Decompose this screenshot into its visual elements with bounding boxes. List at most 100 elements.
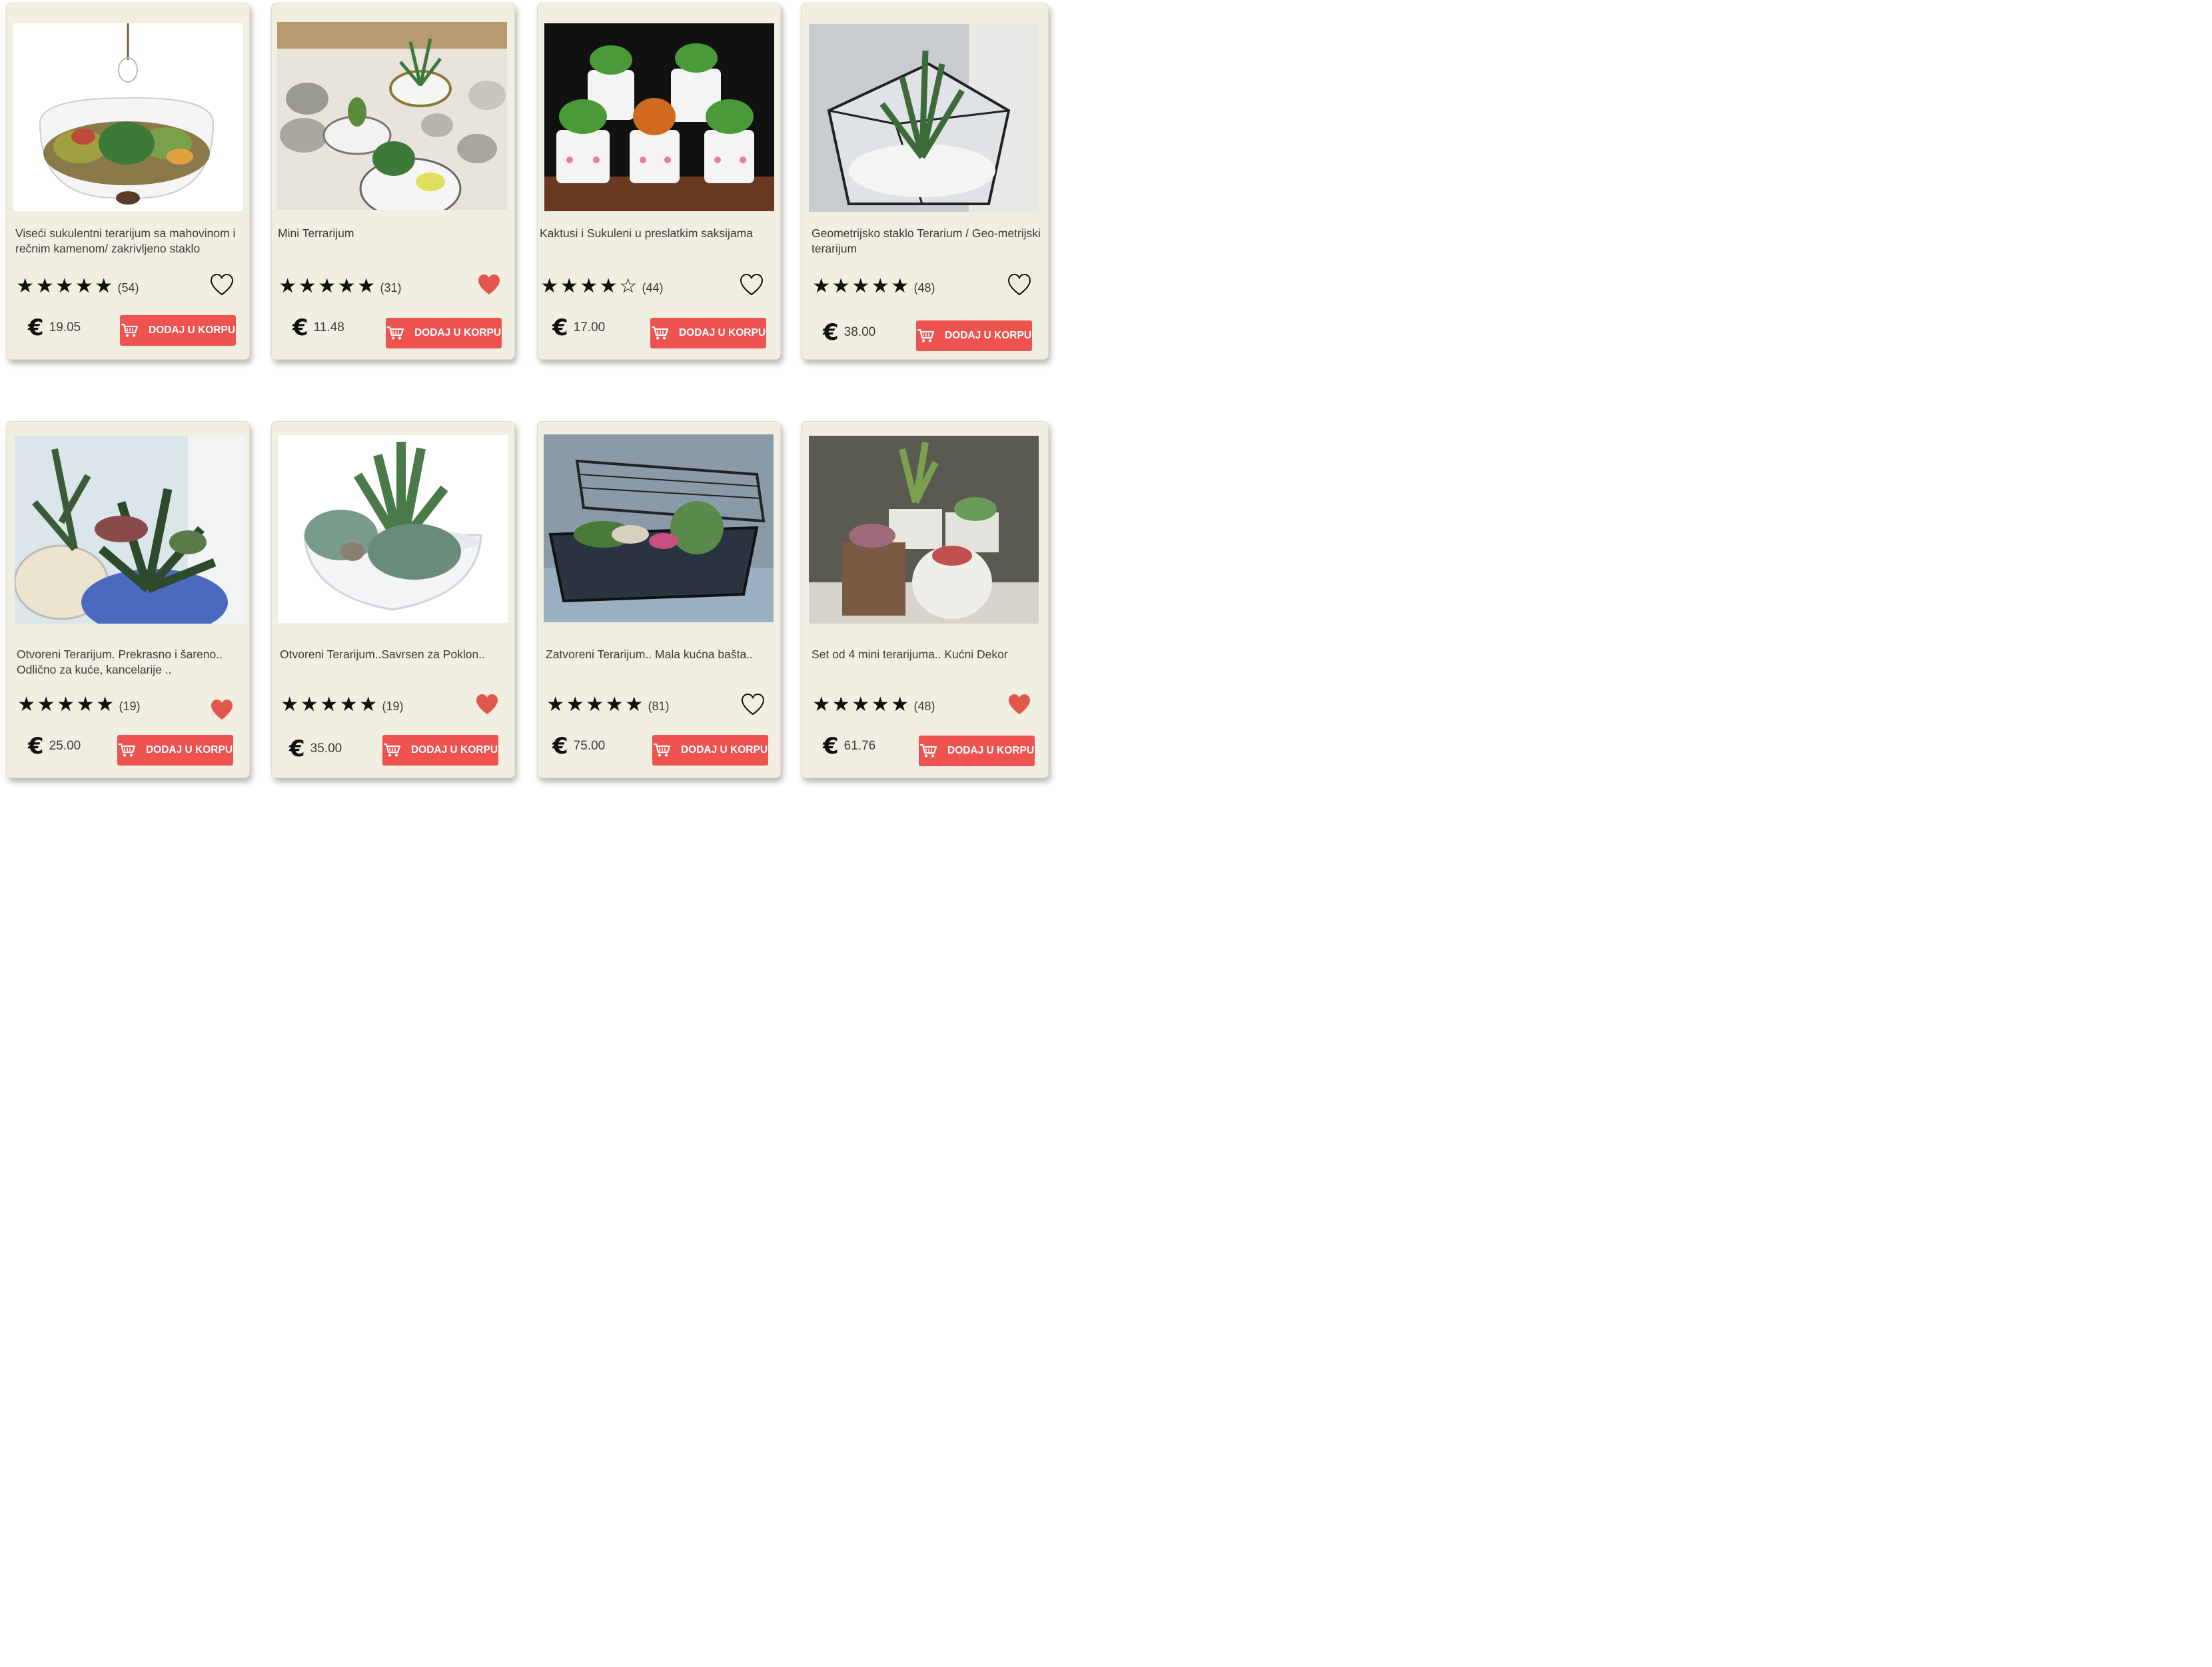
- add-to-cart-button[interactable]: DODAJ U KORPU: [117, 735, 233, 766]
- euro-icon: €: [823, 319, 839, 346]
- star-filled-icon: ★: [37, 693, 55, 716]
- add-to-cart-button[interactable]: DODAJ U KORPU: [919, 736, 1035, 766]
- product-image[interactable]: [544, 23, 774, 211]
- product-card[interactable]: Kaktusi i Sukuleni u preslatkim saksijam…: [537, 3, 781, 360]
- product-image[interactable]: [278, 435, 508, 623]
- star-filled-icon: ★: [625, 693, 644, 716]
- favorite-heart-icon[interactable]: [209, 273, 235, 296]
- add-to-cart-label: DODAJ U KORPU: [148, 324, 236, 336]
- product-card[interactable]: Geometrijsko staklo Terarium / Geo-metri…: [801, 3, 1049, 360]
- add-to-cart-label: DODAJ U KORPU: [680, 744, 768, 756]
- shopping-cart-icon: [121, 323, 143, 338]
- product-price: € 35.00: [289, 738, 342, 760]
- add-to-cart-button[interactable]: DODAJ U KORPU: [386, 318, 502, 348]
- review-count: (54): [117, 280, 139, 294]
- star-filled-icon: ★: [96, 693, 115, 716]
- product-card[interactable]: Otvoreni Terarijum. Prekrasno i šareno..…: [6, 421, 250, 778]
- favorite-heart-icon[interactable]: [1007, 692, 1032, 716]
- product-card[interactable]: Mini Terrarijum ★ ★ ★ ★ ★ (31) € 11.48 DODAJ…: [271, 3, 515, 360]
- rating-stars: ★ ★ ★ ★ ★: [280, 695, 378, 715]
- favorite-heart-icon[interactable]: [209, 698, 235, 722]
- add-to-cart-label: DODAJ U KORPU: [947, 745, 1035, 756]
- product-image[interactable]: [277, 22, 507, 210]
- product-rating: ★ ★ ★ ★ ☆ (44): [540, 277, 664, 296]
- star-filled-icon: ★: [891, 275, 909, 298]
- review-count: (44): [642, 280, 664, 294]
- product-title[interactable]: Otvoreni Terarijum..Savrsen za Poklon..: [280, 647, 510, 662]
- product-price: € 75.00: [552, 735, 605, 758]
- euro-icon: €: [28, 314, 44, 341]
- star-filled-icon: ★: [298, 275, 316, 298]
- product-image[interactable]: [809, 24, 1039, 212]
- star-filled-icon: ★: [17, 693, 36, 716]
- product-title[interactable]: Set od 4 mini terarijuma.. Kućni Dekor: [812, 647, 1041, 662]
- favorite-heart-icon[interactable]: [1007, 273, 1032, 296]
- shopping-cart-icon: [653, 743, 676, 758]
- product-price: € 17.00: [552, 316, 605, 339]
- product-image[interactable]: [15, 436, 245, 624]
- price-amount: 25.00: [49, 739, 81, 753]
- rating-stars: ★ ★ ★ ★ ☆: [540, 277, 638, 296]
- star-filled-icon: ★: [580, 275, 598, 298]
- product-price: € 19.05: [28, 316, 81, 339]
- add-to-cart-label: DODAJ U KORPU: [414, 327, 502, 338]
- star-filled-icon: ★: [566, 693, 584, 716]
- rating-stars: ★ ★ ★ ★ ★: [17, 695, 115, 715]
- add-to-cart-button[interactable]: DODAJ U KORPU: [120, 315, 236, 346]
- product-image[interactable]: [809, 436, 1039, 624]
- add-to-cart-label: DODAJ U KORPU: [678, 327, 766, 338]
- price-amount: 19.05: [49, 320, 81, 334]
- star-filled-icon: ★: [57, 693, 75, 716]
- product-title[interactable]: Kaktusi i Sukuleni u preslatkim saksijam…: [540, 226, 770, 241]
- star-filled-icon: ★: [300, 693, 318, 716]
- favorite-heart-icon[interactable]: [740, 692, 766, 716]
- shopping-cart-icon: [651, 326, 674, 340]
- review-count: (48): [913, 699, 935, 713]
- star-filled-icon: ★: [851, 275, 870, 298]
- product-title[interactable]: Otvoreni Terarijum. Prekrasno i šareno..…: [17, 647, 247, 678]
- euro-icon: €: [289, 736, 305, 762]
- add-to-cart-button[interactable]: DODAJ U KORPU: [382, 735, 498, 766]
- shopping-cart-icon: [917, 328, 939, 343]
- product-image[interactable]: [544, 434, 774, 622]
- add-to-cart-label: DODAJ U KORPU: [145, 744, 233, 756]
- star-filled-icon: ★: [55, 275, 74, 298]
- favorite-heart-icon[interactable]: [476, 273, 502, 296]
- add-to-cart-button[interactable]: DODAJ U KORPU: [916, 320, 1032, 351]
- rating-stars: ★ ★ ★ ★ ★: [278, 277, 376, 296]
- star-filled-icon: ★: [16, 275, 35, 298]
- add-to-cart-button[interactable]: DODAJ U KORPU: [650, 318, 766, 348]
- shopping-cart-icon: [383, 743, 406, 758]
- product-title[interactable]: Geometrijsko staklo Terarium / Geo-metri…: [812, 226, 1041, 257]
- favorite-heart-icon[interactable]: [474, 692, 500, 716]
- euro-icon: €: [552, 733, 568, 760]
- review-count: (48): [913, 280, 935, 294]
- product-card[interactable]: Zatvoreni Terarijum.. Mala kućna bašta..…: [537, 421, 781, 778]
- star-empty-icon: ☆: [619, 275, 638, 298]
- star-filled-icon: ★: [359, 693, 378, 716]
- product-rating: ★ ★ ★ ★ ★ (48): [812, 695, 935, 715]
- price-amount: 17.00: [573, 320, 606, 334]
- product-rating: ★ ★ ★ ★ ★ (31): [278, 277, 401, 296]
- star-filled-icon: ★: [586, 693, 604, 716]
- star-filled-icon: ★: [35, 275, 54, 298]
- price-amount: 11.48: [313, 320, 344, 334]
- product-title[interactable]: Mini Terrarijum: [278, 226, 508, 241]
- star-filled-icon: ★: [831, 275, 850, 298]
- star-filled-icon: ★: [812, 275, 831, 298]
- star-filled-icon: ★: [891, 693, 909, 716]
- star-filled-icon: ★: [339, 693, 358, 716]
- product-card[interactable]: Viseći sukulentni terarijum sa mahovinom…: [6, 3, 250, 360]
- star-filled-icon: ★: [357, 275, 376, 298]
- product-title[interactable]: Viseći sukulentni terarijum sa mahovinom…: [15, 226, 245, 257]
- product-title[interactable]: Zatvoreni Terarijum.. Mala kućna bašta..: [546, 647, 776, 662]
- add-to-cart-button[interactable]: DODAJ U KORPU: [652, 735, 768, 766]
- product-card[interactable]: Otvoreni Terarijum..Savrsen za Poklon.. …: [271, 421, 515, 778]
- rating-stars: ★ ★ ★ ★ ★: [546, 695, 644, 715]
- rating-stars: ★ ★ ★ ★ ★: [15, 277, 114, 296]
- product-card[interactable]: Set od 4 mini terarijuma.. Kućni Dekor ★…: [801, 421, 1049, 778]
- product-image[interactable]: [13, 23, 243, 211]
- product-price: € 11.48: [292, 316, 344, 339]
- favorite-heart-icon[interactable]: [739, 273, 764, 296]
- star-filled-icon: ★: [95, 275, 113, 298]
